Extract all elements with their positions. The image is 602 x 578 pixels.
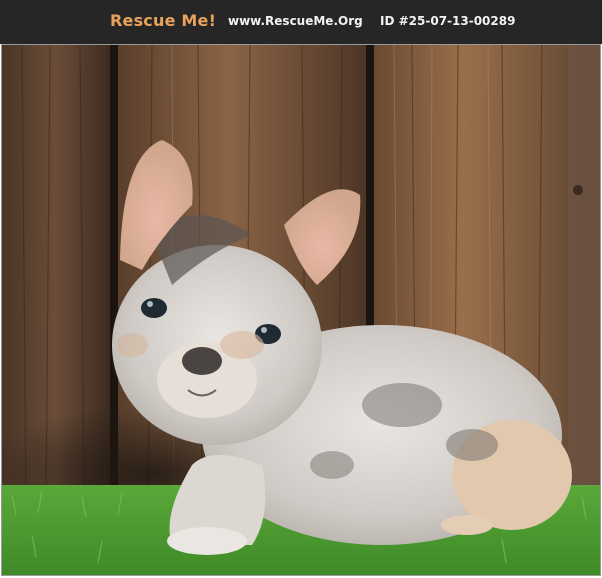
eye-left bbox=[141, 298, 167, 318]
nose bbox=[182, 347, 222, 375]
dog-photo[interactable] bbox=[1, 44, 601, 576]
pet-listing-card: Rescue Me! www.RescueMe.Org ID #25-07-13… bbox=[0, 0, 602, 578]
wood-knot bbox=[573, 185, 583, 195]
header-bar: Rescue Me! www.RescueMe.Org ID #25-07-13… bbox=[0, 0, 602, 44]
pet-id: ID #25-07-13-00289 bbox=[380, 14, 516, 28]
brand-logo[interactable]: Rescue Me! bbox=[110, 11, 216, 30]
photo-illustration bbox=[2, 45, 600, 575]
fence-plank bbox=[568, 45, 600, 505]
site-link[interactable]: www.RescueMe.Org bbox=[228, 14, 363, 28]
